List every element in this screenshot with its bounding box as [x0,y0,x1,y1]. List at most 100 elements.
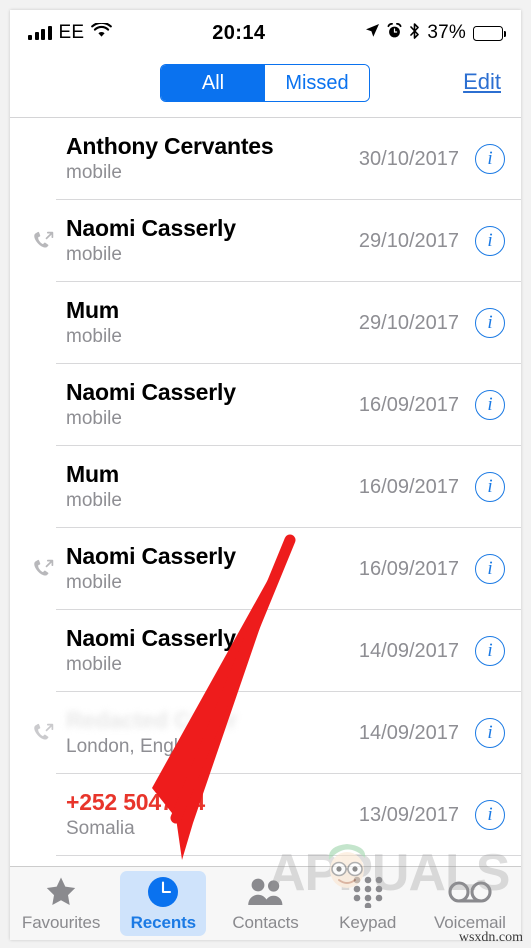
tab-voicemail[interactable]: Voicemail [419,867,521,940]
caller-name: Anthony Cervantes [66,133,274,160]
contacts-icon [247,875,285,909]
info-button[interactable]: i [475,226,505,256]
call-row[interactable]: Mum mobile 29/10/2017 i [10,282,521,364]
battery-percentage: 37% [427,22,466,43]
call-row[interactable]: Mum mobile 16/09/2017 i [10,446,521,528]
tab-favourites[interactable]: Favourites [10,867,112,940]
call-date: 29/10/2017 [358,311,459,334]
outgoing-call-icon [28,558,58,580]
tab-bar[interactable]: Favourites Recents Contacts Keypad Voice… [10,866,521,940]
call-date: 16/09/2017 [358,475,459,498]
caller-label: mobile [66,408,122,430]
call-date: 16/09/2017 [358,393,459,416]
recents-call-list[interactable]: Anthony Cervantes mobile 30/10/2017 i Na… [10,118,521,866]
alarm-clock-icon [387,22,402,44]
keypad-icon [352,875,384,909]
segment-missed[interactable]: Missed [265,65,369,101]
call-row-text: +252 50470 4 Somalia [62,789,359,841]
voicemail-icon [448,875,492,909]
call-row-text: Naomi Casserly mobile [62,379,359,431]
call-row-text: Anthony Cervantes mobile [62,133,359,185]
status-bar-right: 37% [365,22,506,44]
caller-name: Naomi Casserly [66,625,236,652]
battery-icon [473,25,506,41]
call-row-text: Naomi Casserly mobile [62,215,359,267]
star-icon [45,875,77,909]
caller-label: mobile [66,490,122,512]
outgoing-call-icon [28,722,58,744]
info-button[interactable]: i [475,144,505,174]
caller-name: Naomi Casserly [66,543,236,570]
caller-label: mobile [66,654,122,676]
segmented-control[interactable]: All Missed [160,64,370,102]
info-button[interactable]: i [475,472,505,502]
tab-label: Voicemail [433,912,506,932]
caller-name: Naomi Casserly [66,215,236,242]
call-row[interactable]: Naomi Casserly mobile 29/10/2017 i [10,200,521,282]
caller-name: Naomi Casserly [66,379,236,406]
carrier-name: EE [58,22,85,43]
call-direction-placeholder [28,394,58,416]
call-direction-placeholder [28,476,58,498]
tab-label: Favourites [21,912,101,932]
caller-name-redacted: Redacted Caller [66,707,237,734]
outgoing-call-icon [28,230,58,252]
wifi-icon [91,21,113,43]
caller-name: Mum [66,461,120,488]
call-direction-placeholder [28,640,58,662]
battery-cap [503,30,506,37]
info-button[interactable]: i [475,718,505,748]
call-date: 14/09/2017 [358,721,459,744]
tab-recents[interactable]: Recents [112,867,214,940]
tab-label: Contacts [232,912,299,932]
bluetooth-icon [409,22,420,44]
caller-label: mobile [66,326,122,348]
status-bar-center: 20:14 [112,22,365,45]
call-date: 16/09/2017 [358,557,459,580]
call-date: 14/09/2017 [358,639,459,662]
phone-screen: EE 20:14 37% All Missed Edit Anthony Cer… [10,10,521,940]
caller-label: London, England [66,736,210,758]
info-button[interactable]: i [475,800,505,830]
info-button[interactable]: i [475,308,505,338]
tab-contacts[interactable]: Contacts [214,867,316,940]
caller-name: +252 50470 4 [66,789,205,816]
signal-bars-icon [28,26,52,40]
call-row[interactable]: Naomi Casserly mobile 16/09/2017 i [10,364,521,446]
call-row[interactable]: Redacted Caller London, England 14/09/20… [10,692,521,774]
call-date: 13/09/2017 [358,803,459,826]
status-bar-clock: 20:14 [212,21,266,44]
call-row[interactable]: Naomi Casserly mobile 16/09/2017 i [10,528,521,610]
call-direction-placeholder [28,312,58,334]
location-arrow-icon [365,23,380,43]
clock-icon [147,875,179,909]
call-row[interactable]: Anthony Cervantes mobile 30/10/2017 i [10,118,521,200]
edit-button[interactable]: Edit [463,69,501,95]
caller-label: Somalia [66,818,135,840]
nav-bar: All Missed Edit [10,56,521,118]
screenshot-root: EE 20:14 37% All Missed Edit Anthony Cer… [0,0,531,948]
call-date: 29/10/2017 [358,229,459,252]
segment-all[interactable]: All [161,65,265,101]
call-direction-placeholder [28,148,58,170]
caller-name: Mum [66,297,120,324]
call-direction-placeholder [28,804,58,826]
info-button[interactable]: i [475,636,505,666]
call-row-text: Mum mobile [62,297,359,349]
status-bar: EE 20:14 37% [10,10,521,56]
caller-label: mobile [66,244,122,266]
call-row-text: Naomi Casserly mobile [62,543,359,595]
tab-label: Keypad [339,912,397,932]
call-row[interactable]: Naomi Casserly mobile 14/09/2017 i [10,610,521,692]
info-button[interactable]: i [475,554,505,584]
call-row-text: Naomi Casserly mobile [62,625,359,677]
call-date: 30/10/2017 [358,147,459,170]
tab-label: Recents [130,912,197,932]
caller-label: mobile [66,162,122,184]
call-row-text: Mum mobile [62,461,359,513]
call-row[interactable]: +252 50470 4 Somalia 13/09/2017 i [10,774,521,856]
tab-keypad[interactable]: Keypad [317,867,419,940]
info-button[interactable]: i [475,390,505,420]
caller-label: mobile [66,572,122,594]
status-bar-left: EE [28,21,113,44]
